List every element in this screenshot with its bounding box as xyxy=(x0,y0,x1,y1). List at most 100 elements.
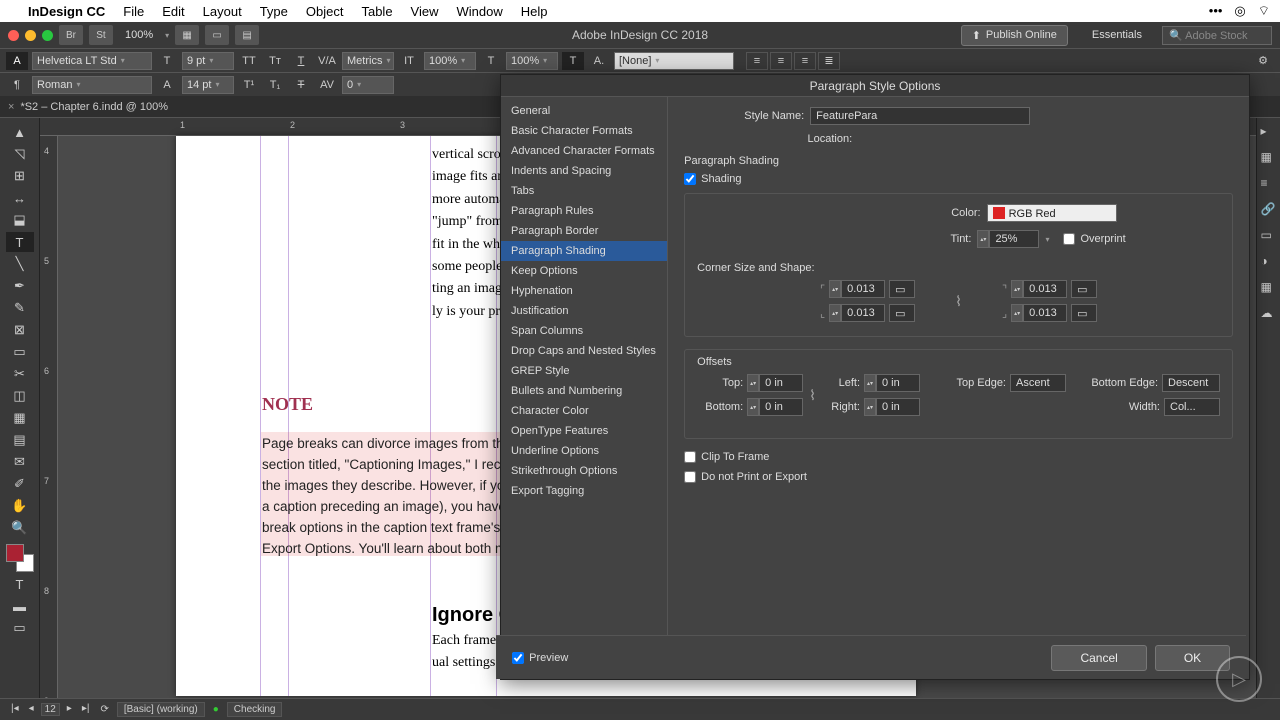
character-formatting-icon[interactable]: A xyxy=(6,52,28,70)
menu-help[interactable]: Help xyxy=(521,4,548,19)
menu-table[interactable]: Table xyxy=(361,4,392,19)
rectangle-frame-icon[interactable]: ⊠ xyxy=(6,320,34,340)
app-name[interactable]: InDesign CC xyxy=(28,4,105,19)
tracking-select[interactable]: 0 xyxy=(342,76,394,94)
last-page-icon[interactable]: ▸| xyxy=(79,703,93,716)
width-select[interactable]: Col... xyxy=(1164,398,1220,416)
allcaps-icon[interactable]: TT xyxy=(238,52,260,70)
hscale-select[interactable]: 100% xyxy=(506,52,558,70)
type-tool-icon[interactable]: T xyxy=(6,232,34,252)
menu-extras-icon[interactable]: ••• xyxy=(1209,3,1223,19)
spotlight-icon[interactable]: ◎ xyxy=(1234,3,1245,19)
formatting-affects-icon[interactable]: T xyxy=(6,574,34,594)
cat-para-shading[interactable]: Paragraph Shading xyxy=(501,241,667,261)
apply-color-icon[interactable]: ▬ xyxy=(6,596,34,616)
noprint-checkbox[interactable] xyxy=(684,471,696,483)
font-size-select[interactable]: 9 pt xyxy=(182,52,234,70)
tint-spinner[interactable]: ▴▾ xyxy=(977,230,1039,248)
play-overlay-icon[interactable]: ▷ xyxy=(1216,656,1262,702)
bottom-spinner[interactable]: ▴▾ xyxy=(747,398,803,416)
gradient-swatch-icon[interactable]: ▦ xyxy=(6,408,34,428)
menu-view[interactable]: View xyxy=(411,4,439,19)
direct-selection-tool-icon[interactable]: ◹ xyxy=(6,144,34,164)
font-style-select[interactable]: Roman xyxy=(32,76,152,94)
stroke-panel-icon[interactable]: ▭ xyxy=(1261,228,1277,244)
line-tool-icon[interactable]: ╲ xyxy=(6,254,34,274)
first-page-icon[interactable]: |◂ xyxy=(8,703,22,716)
cat-tabs[interactable]: Tabs xyxy=(501,181,667,201)
page-tool-icon[interactable]: ⊞ xyxy=(6,166,34,186)
corner-bl-shape[interactable]: ▭ xyxy=(889,304,915,322)
menu-object[interactable]: Object xyxy=(306,4,344,19)
vscale-select[interactable]: 100% xyxy=(424,52,476,70)
zoom-level[interactable]: 100% xyxy=(125,29,153,41)
eyedropper-tool-icon[interactable]: ✐ xyxy=(6,474,34,494)
corner-tr-shape[interactable]: ▭ xyxy=(1071,280,1097,298)
panel-menu-icon[interactable]: ⚙ xyxy=(1252,52,1274,70)
pages-panel-icon[interactable]: ▦ xyxy=(1261,150,1277,166)
minimize-icon[interactable] xyxy=(25,30,36,41)
next-page-icon[interactable]: ▸ xyxy=(64,703,75,716)
view-options-icon[interactable]: ▦ xyxy=(175,25,199,45)
fill-stroke-swatches[interactable] xyxy=(6,544,34,572)
kerning-select[interactable]: Metrics xyxy=(342,52,394,70)
preflight-status[interactable]: Checking xyxy=(227,702,283,717)
page-number-field[interactable]: 12 xyxy=(41,703,60,716)
topedge-select[interactable]: Ascent xyxy=(1010,374,1066,392)
gap-tool-icon[interactable]: ↔ xyxy=(6,188,34,208)
menu-type[interactable]: Type xyxy=(260,4,288,19)
cat-char-color[interactable]: Character Color xyxy=(501,401,667,421)
style-name-input[interactable] xyxy=(810,107,1030,125)
cat-dropcaps[interactable]: Drop Caps and Nested Styles xyxy=(501,341,667,361)
stock-icon[interactable]: St xyxy=(89,25,113,45)
rectangle-tool-icon[interactable]: ▭ xyxy=(6,342,34,362)
gradient-feather-icon[interactable]: ▤ xyxy=(6,430,34,450)
menu-layout[interactable]: Layout xyxy=(203,4,242,19)
align-right-icon[interactable]: ≡ xyxy=(794,52,816,70)
screen-mode-icon[interactable]: ▭ xyxy=(205,25,229,45)
content-collector-icon[interactable]: ⬓ xyxy=(6,210,34,230)
cat-export-tag[interactable]: Export Tagging xyxy=(501,481,667,501)
strike-icon[interactable]: T xyxy=(290,76,312,94)
layers-panel-icon[interactable]: ≡ xyxy=(1261,176,1277,192)
cat-strike[interactable]: Strikethrough Options xyxy=(501,461,667,481)
cat-general[interactable]: General xyxy=(501,101,667,121)
cat-adv-char[interactable]: Advanced Character Formats xyxy=(501,141,667,161)
screen-mode-tool-icon[interactable]: ▭ xyxy=(6,618,34,638)
note-heading[interactable]: NOTE xyxy=(262,394,313,415)
corner-br-spinner[interactable]: ▴▾ xyxy=(1011,304,1067,322)
note-tool-icon[interactable]: ✉ xyxy=(6,452,34,472)
workspace-switcher[interactable]: Essentials xyxy=(1084,26,1150,44)
clip-checkbox[interactable] xyxy=(684,451,696,463)
cat-para-border[interactable]: Paragraph Border xyxy=(501,221,667,241)
close-tab-icon[interactable]: × xyxy=(8,101,14,113)
cat-bullets[interactable]: Bullets and Numbering xyxy=(501,381,667,401)
cat-opentype[interactable]: OpenType Features xyxy=(501,421,667,441)
menu-window[interactable]: Window xyxy=(457,4,503,19)
color-panel-icon[interactable]: ◑ xyxy=(1261,254,1277,270)
cat-span-cols[interactable]: Span Columns xyxy=(501,321,667,341)
cat-grep[interactable]: GREP Style xyxy=(501,361,667,381)
cat-para-rules[interactable]: Paragraph Rules xyxy=(501,201,667,221)
left-spinner[interactable]: ▴▾ xyxy=(864,374,920,392)
hand-tool-icon[interactable]: ✋ xyxy=(6,496,34,516)
cc-libraries-icon[interactable]: ☁ xyxy=(1261,306,1277,322)
close-icon[interactable] xyxy=(8,30,19,41)
corner-bl-spinner[interactable]: ▴▾ xyxy=(829,304,885,322)
link-offsets-icon[interactable]: ⌇ xyxy=(809,387,816,404)
align-left-icon[interactable]: ≡ xyxy=(746,52,768,70)
pen-tool-icon[interactable]: ✒ xyxy=(6,276,34,296)
stock-search-input[interactable]: 🔍 Adobe Stock xyxy=(1162,26,1272,45)
font-family-select[interactable]: Helvetica LT Std xyxy=(32,52,152,70)
pencil-tool-icon[interactable]: ✎ xyxy=(6,298,34,318)
subscript-icon[interactable]: T₁ xyxy=(264,76,286,94)
cat-basic-char[interactable]: Basic Character Formats xyxy=(501,121,667,141)
cat-underline[interactable]: Underline Options xyxy=(501,441,667,461)
superscript-icon[interactable]: T¹ xyxy=(238,76,260,94)
cat-keep[interactable]: Keep Options xyxy=(501,261,667,281)
cancel-button[interactable]: Cancel xyxy=(1051,645,1146,671)
cat-hyphenation[interactable]: Hyphenation xyxy=(501,281,667,301)
shading-checkbox[interactable] xyxy=(684,173,696,185)
selection-tool-icon[interactable]: ▲ xyxy=(6,122,34,142)
right-spinner[interactable]: ▴▾ xyxy=(864,398,920,416)
